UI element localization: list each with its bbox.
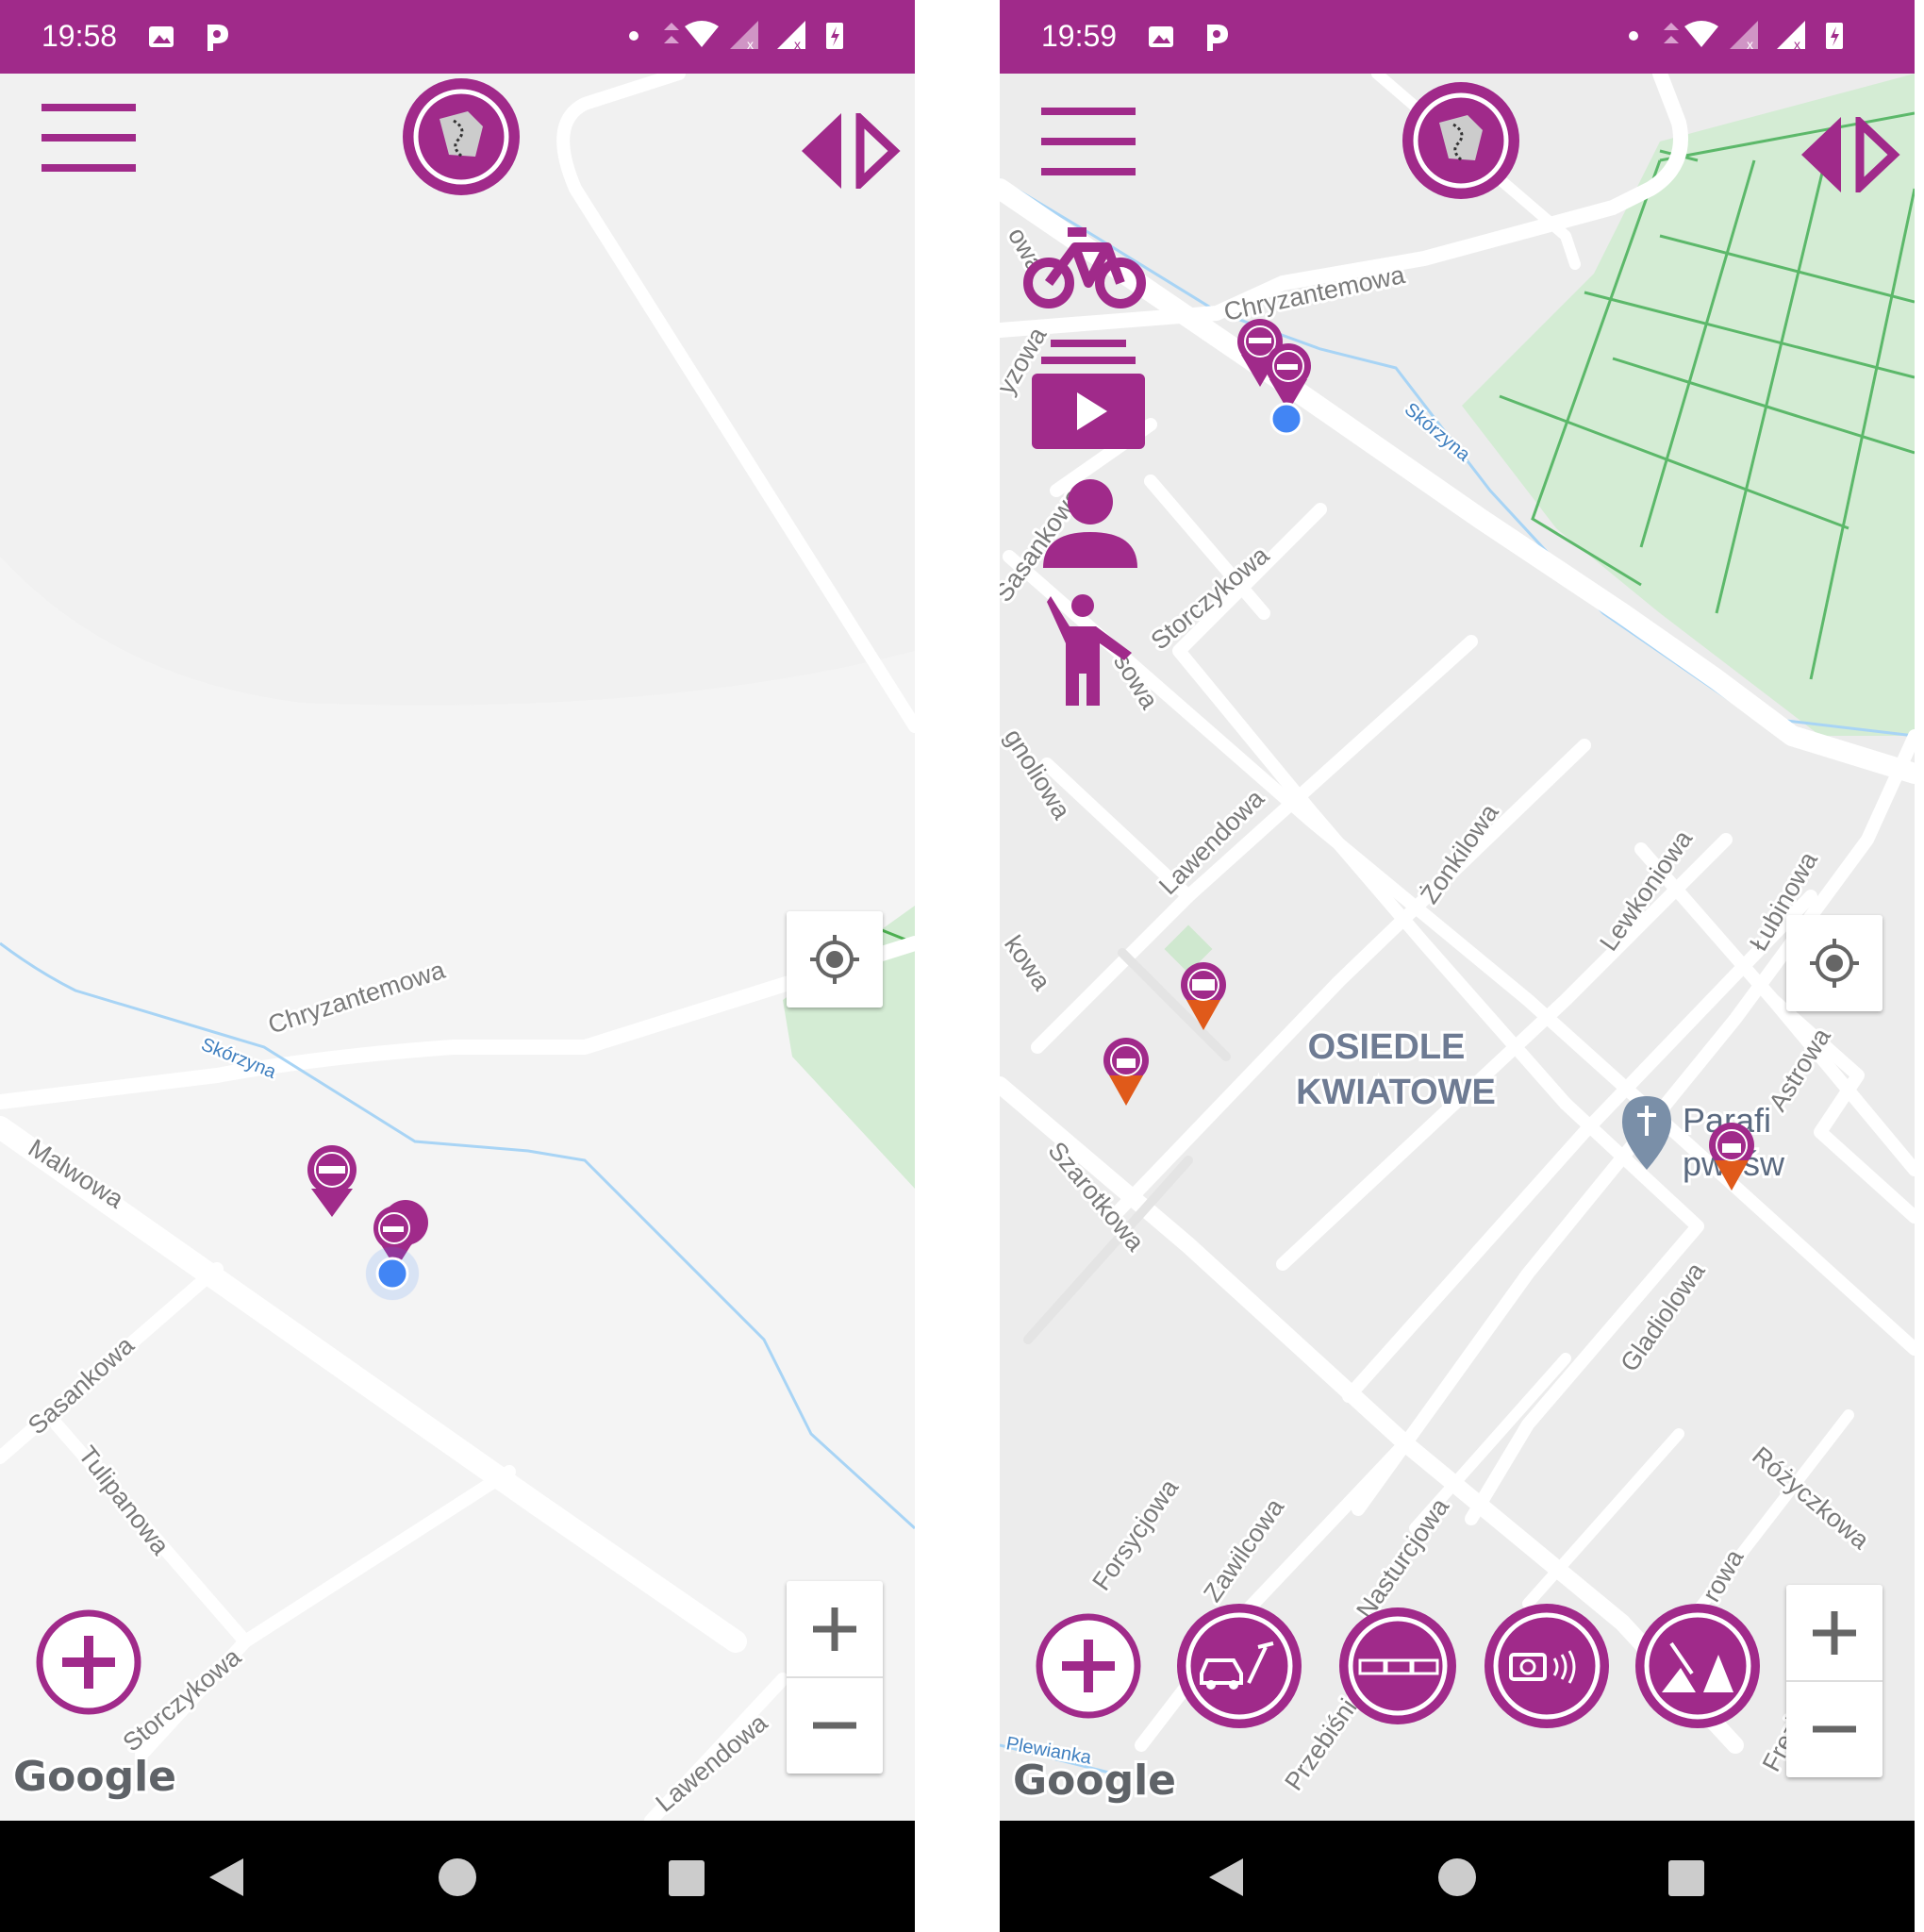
parking-icon <box>1207 25 1228 51</box>
status-bar: 19:58 x x <box>0 0 915 74</box>
left-screen: 19:58 x x Chryzantemowa Skórzyna Malwowa… <box>0 0 915 1932</box>
person-icon[interactable] <box>1043 477 1137 568</box>
battery-icon <box>826 23 843 49</box>
video-list-icon[interactable] <box>1032 340 1145 449</box>
navigation-bar <box>1000 1821 1915 1932</box>
parking-icon <box>207 25 228 51</box>
right-screen: 19:59 x x Chryzantemowa Skórzyna owa yzo… <box>1000 0 1915 1932</box>
user-location <box>1269 402 1303 436</box>
status-time: 19:59 <box>1041 19 1118 53</box>
image-icon <box>1149 26 1173 47</box>
crosshair-icon <box>1810 939 1859 988</box>
recents-icon[interactable] <box>657 1849 714 1906</box>
svg-text:x: x <box>794 37 801 52</box>
image-icon <box>149 26 174 47</box>
speed-camera-report-button[interactable] <box>1483 1602 1611 1730</box>
map-view[interactable]: Chryzantemowa Skórzyna Malwowa Sasankowa… <box>0 74 915 1821</box>
map-canvas: Chryzantemowa Skórzyna Malwowa Sasankowa… <box>0 74 915 1821</box>
road-works-report-button[interactable] <box>1634 1602 1762 1730</box>
notification-icons <box>1149 25 1228 51</box>
back-icon[interactable] <box>1198 1849 1254 1906</box>
my-location-button[interactable] <box>787 911 883 1008</box>
hamburger-menu-icon[interactable] <box>1041 108 1136 175</box>
signal-icon-2: x <box>1777 21 1805 52</box>
battery-icon <box>1826 23 1843 49</box>
add-report-button[interactable] <box>34 1607 143 1717</box>
route-logo-icon[interactable] <box>1402 81 1520 200</box>
navigation-bar <box>0 1821 915 1932</box>
google-logo: Google <box>1013 1757 1176 1805</box>
my-location-button[interactable] <box>1786 915 1883 1011</box>
user-location <box>365 1246 420 1301</box>
zoom-controls <box>787 1581 883 1774</box>
add-report-button[interactable] <box>1034 1611 1143 1721</box>
svg-text:x: x <box>747 37 754 52</box>
zoom-in-icon[interactable] <box>1813 1611 1856 1655</box>
svg-text:x: x <box>1794 37 1800 52</box>
status-time: 19:58 <box>41 19 118 53</box>
svg-text:x: x <box>1747 37 1753 52</box>
notification-icons <box>149 25 228 51</box>
google-logo: Google <box>13 1753 176 1801</box>
home-icon[interactable] <box>1429 1849 1485 1906</box>
back-icon[interactable] <box>198 1849 255 1906</box>
accident-report-button[interactable] <box>1175 1602 1303 1730</box>
zoom-in-icon[interactable] <box>813 1607 856 1651</box>
map-canvas: Chryzantemowa Skórzyna owa yzowa Sasanko… <box>1000 74 1915 1821</box>
map-view[interactable]: Chryzantemowa Skórzyna owa yzowa Sasanko… <box>1000 74 1915 1821</box>
dot-icon <box>1629 31 1638 41</box>
dot-icon <box>629 31 639 41</box>
home-icon[interactable] <box>429 1849 486 1906</box>
status-bar: 19:59 x x <box>1000 0 1915 74</box>
system-icons: x x <box>1629 21 1843 52</box>
wifi-icon <box>664 21 719 47</box>
district-label: KWIATOWE <box>1296 1073 1496 1112</box>
signal-icon-2: x <box>777 21 805 52</box>
recents-icon[interactable] <box>1657 1849 1714 1906</box>
zoom-controls <box>1786 1585 1883 1777</box>
crosshair-icon <box>810 935 859 984</box>
district-label: OSIEDLE <box>1308 1027 1466 1067</box>
hitchhiker-icon[interactable] <box>1043 592 1147 706</box>
signal-icon: x <box>730 21 758 52</box>
wifi-icon <box>1664 21 1718 47</box>
system-icons: x x <box>629 21 843 52</box>
signal-icon: x <box>1730 21 1758 52</box>
traffic-jam-report-button[interactable] <box>1337 1606 1458 1726</box>
panel-toggle-icon[interactable] <box>802 113 902 189</box>
route-logo-icon[interactable] <box>402 77 521 196</box>
bicycle-icon[interactable] <box>1022 219 1154 313</box>
hamburger-menu-icon[interactable] <box>41 104 136 172</box>
panel-toggle-icon[interactable] <box>1801 117 1901 192</box>
